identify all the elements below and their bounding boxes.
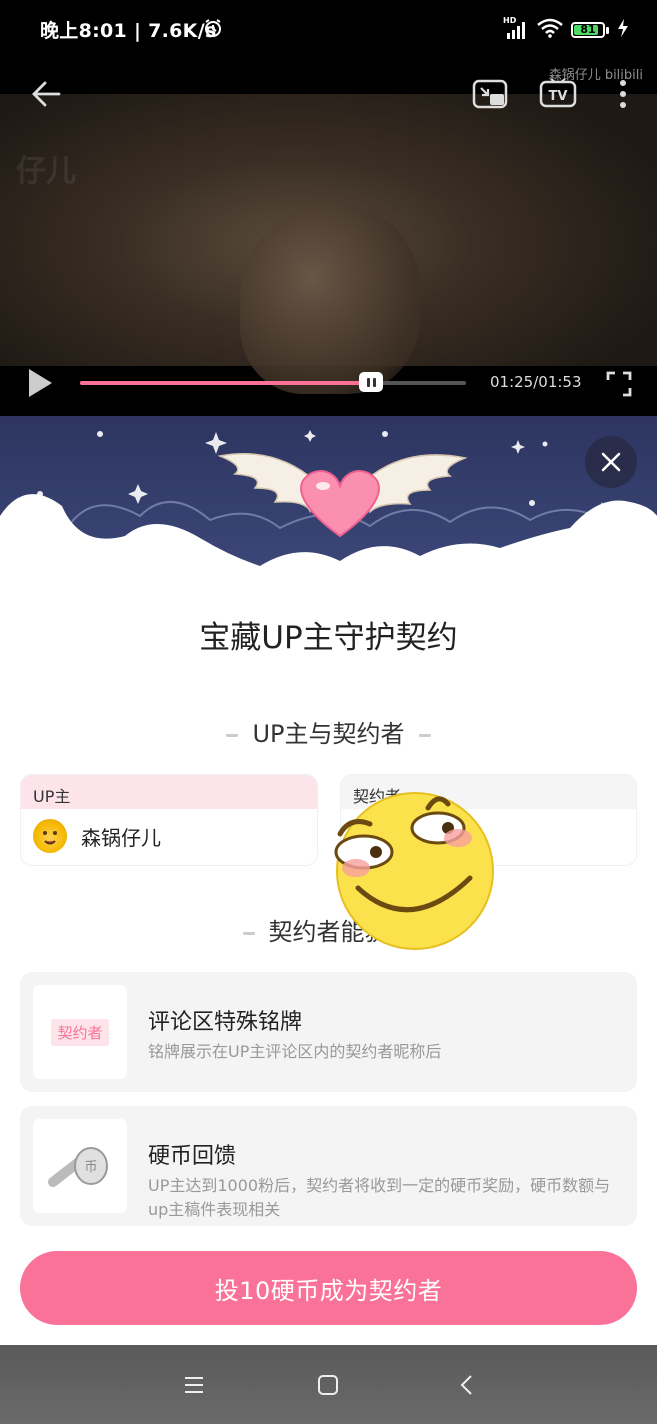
- up-card: UP主 森锅仔儿: [20, 774, 318, 866]
- feature-nameplate: 契约者 评论区特殊铭牌 铭牌展示在UP主评论区内的契约者昵称后: [20, 972, 637, 1092]
- feature-desc: UP主达到1000粉后，契约者将收到一定的硬币奖励，硬币数额与up主稿件表现相关: [148, 1176, 611, 1219]
- svg-text:TV: TV: [549, 89, 568, 104]
- progress-thumb[interactable]: [359, 372, 384, 392]
- video-player[interactable]: 仔儿 森锅仔儿 bilibili TV 01:25/01:53: [0, 60, 657, 416]
- coin-icon: 币: [48, 1147, 108, 1187]
- back-arrow-icon[interactable]: [26, 76, 66, 112]
- playback-controls: 01:25/01:53: [0, 360, 657, 406]
- sheet-header-illustration: [0, 416, 657, 596]
- up-avatar: [33, 819, 67, 853]
- pip-icon[interactable]: [470, 76, 510, 112]
- up-name: 森锅仔儿: [81, 825, 161, 850]
- close-icon: [601, 452, 621, 472]
- feature-title: 硬币回馈: [148, 1144, 237, 1169]
- become-contractor-button[interactable]: 投10硬币成为契约者: [20, 1251, 637, 1325]
- video-frame-text: 仔儿: [16, 154, 76, 189]
- play-icon[interactable]: [22, 365, 58, 401]
- nameplate-thumb: 契约者: [33, 985, 127, 1079]
- svg-text:币: 币: [84, 1160, 97, 1175]
- wifi-icon: [537, 18, 563, 42]
- progress-fill: [80, 381, 372, 385]
- contractor-badge: 契约者: [51, 1018, 109, 1046]
- up-card-header: UP主: [21, 775, 317, 809]
- video-frame: 仔儿: [0, 94, 657, 394]
- home-nav-icon[interactable]: [310, 1367, 346, 1403]
- tv-cast-icon[interactable]: TV: [536, 76, 580, 112]
- feature-desc: 铭牌展示在UP主评论区内的契约者昵称后: [148, 1042, 442, 1061]
- close-button[interactable]: [585, 436, 637, 488]
- system-nav-bar: [0, 1345, 657, 1424]
- feature-coin-return: 币 硬币回馈 UP主达到1000粉后，契约者将收到一定的硬币奖励，硬币数额与up…: [20, 1106, 637, 1226]
- charging-icon: [617, 18, 629, 42]
- fullscreen-icon[interactable]: [602, 367, 636, 401]
- feature-title: 评论区特殊铭牌: [148, 1010, 303, 1035]
- coin-thumb: 币: [33, 1119, 127, 1213]
- status-time-speed: 晚上8:01 | 7.6K/s: [40, 20, 217, 42]
- status-bar: 晚上8:01 | 7.6K/s HD 81: [0, 0, 657, 60]
- section-title-parties: UP主与契约者: [0, 714, 657, 749]
- more-icon[interactable]: [608, 76, 638, 112]
- status-icons: HD 81: [503, 16, 629, 42]
- back-nav-icon[interactable]: [448, 1367, 484, 1403]
- signal-icon: HD: [503, 16, 529, 40]
- alarm-icon: [203, 18, 223, 42]
- menu-nav-icon[interactable]: [176, 1367, 212, 1403]
- progress-bar[interactable]: [80, 372, 466, 392]
- section-title-benefits: 契约者能获: [0, 912, 657, 947]
- emoji-sticker-icon: [330, 786, 496, 952]
- winged-heart-icon: [215, 436, 475, 555]
- battery-icon: 81: [571, 22, 609, 38]
- sheet-title: 宝藏UP主守护契约: [199, 620, 458, 656]
- playback-time: 01:25/01:53: [490, 373, 582, 391]
